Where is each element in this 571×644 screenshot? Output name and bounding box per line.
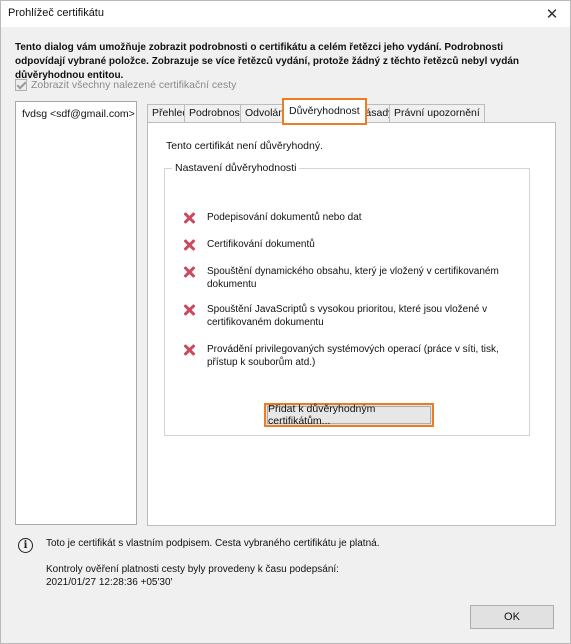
trust-item-signing: Podepisování dokumentů nebo dat	[183, 211, 513, 224]
trust-item-label: Spouštění JavaScriptů s vysokou priorito…	[207, 304, 488, 328]
denied-icon	[183, 212, 195, 224]
self-signed-info: Toto je certifikát s vlastním podpisem. …	[46, 538, 380, 549]
denied-icon	[183, 344, 195, 356]
title-bar: Prohlížeč certifikátu ✕	[1, 1, 570, 27]
trust-item-label: Certifikování dokumentů	[207, 239, 315, 250]
add-to-trusted-button[interactable]: Přidat k důvěryhodným certifikátům...	[264, 403, 434, 427]
tab-pravni-upozorneni[interactable]: Právní upozornění	[389, 104, 485, 122]
trust-status: Tento certifikát není důvěryhodný.	[166, 140, 324, 152]
list-item[interactable]: fvdsg <sdf@gmail.com>	[22, 108, 135, 120]
denied-icon	[183, 266, 195, 278]
trust-item-system-operations: Provádění privilegovaných systémových op…	[183, 343, 513, 369]
denied-icon	[183, 239, 195, 251]
trust-item-label: Podepisování dokumentů nebo dat	[207, 212, 362, 223]
trust-item-javascript: Spouštění JavaScriptů s vysokou priorito…	[183, 303, 513, 329]
validation-check-text: Kontroly ověření platnosti cesty byly pr…	[46, 564, 339, 575]
validation-check-date: 2021/01/27 12:28:36 +05'30'	[46, 577, 173, 588]
window-title: Prohlížeč certifikátu	[8, 7, 104, 19]
show-all-paths-label: Zobrazit všechny nalezené certifikační c…	[31, 79, 237, 91]
show-all-paths-checkbox[interactable]: Zobrazit všechny nalezené certifikační c…	[15, 79, 236, 91]
intro-text: Tento dialog vám umožňuje zobrazit podro…	[15, 42, 520, 81]
trust-item-dynamic-content: Spouštění dynamického obsahu, který je v…	[183, 265, 513, 291]
trust-item-certifying: Certifikování dokumentů	[183, 238, 513, 251]
trust-settings-group: Nastavení důvěryhodnosti Podepisování do…	[164, 162, 530, 436]
ok-button[interactable]: OK	[470, 605, 554, 629]
trust-item-label: Spouštění dynamického obsahu, který je v…	[207, 266, 499, 290]
trust-item-label: Provádění privilegovaných systémových op…	[207, 344, 499, 368]
close-icon[interactable]: ✕	[540, 3, 564, 25]
add-to-trusted-label: Přidat k důvěryhodným certifikátům...	[267, 403, 431, 427]
checkbox-icon	[15, 79, 27, 91]
denied-icon	[183, 304, 195, 316]
certificate-chain-list: fvdsg <sdf@gmail.com>	[15, 101, 137, 525]
info-icon: i	[18, 538, 33, 553]
group-label: Nastavení důvěryhodnosti	[172, 162, 300, 174]
trust-panel: Tento certifikát není důvěryhodný. Nasta…	[147, 122, 556, 526]
tab-duveryhodnost[interactable]: Důvěryhodnost	[282, 98, 367, 125]
certificate-viewer-dialog: Prohlížeč certifikátu ✕ Tento dialog vám…	[0, 0, 571, 644]
